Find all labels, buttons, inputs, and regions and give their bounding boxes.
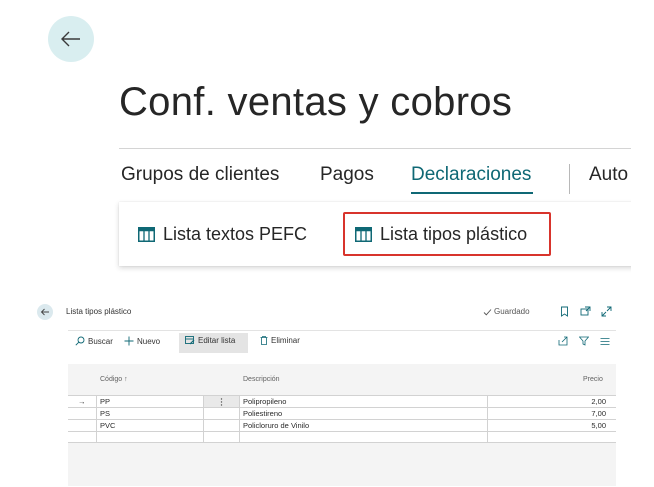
active-tab-underline [411, 192, 533, 194]
search-icon [75, 336, 85, 346]
action-lista-textos-pefc[interactable]: Lista textos PEFC [138, 224, 307, 245]
table-row[interactable]: → PP Polipropileno 2,00 [68, 395, 616, 407]
trash-icon [260, 336, 268, 345]
toolbar-right-icons [557, 335, 611, 347]
header-icons [558, 305, 612, 317]
cell-price[interactable]: 5,00 [591, 421, 606, 430]
crop-edge [631, 140, 654, 280]
cell-code[interactable]: PP [100, 397, 110, 406]
divider [119, 148, 631, 149]
new-button[interactable]: Nuevo [124, 336, 160, 346]
actions-dropdown: Lista textos PEFC Lista tipos plástico [119, 202, 649, 266]
cell-price[interactable]: 7,00 [591, 409, 606, 418]
nav-pagos[interactable]: Pagos [320, 164, 374, 186]
edit-list-label: Editar lista [198, 336, 236, 345]
table-icon [355, 227, 372, 242]
share-icon[interactable] [557, 335, 569, 347]
table-row[interactable]: PS Poliestireno 7,00 [68, 407, 616, 419]
column-header-description[interactable]: Descripción [243, 376, 280, 383]
arrow-left-icon [40, 308, 49, 316]
delete-button[interactable]: Eliminar [260, 336, 300, 345]
action-lista-tipos-plastico[interactable]: Lista tipos plástico [355, 224, 527, 245]
cell-code[interactable]: PVC [100, 421, 115, 430]
nav-auto[interactable]: Auto [589, 164, 628, 186]
more-options-icon[interactable] [204, 396, 239, 407]
list-menu-icon[interactable] [599, 335, 611, 347]
list-page-title: Lista tipos plástico [66, 307, 132, 316]
saved-status: Guardado [483, 307, 530, 316]
filter-icon[interactable] [578, 335, 590, 347]
table-row[interactable]: PVC Policloruro de Vinilo 5,00 [68, 419, 616, 431]
back-button-small[interactable] [37, 304, 53, 320]
saved-label: Guardado [494, 307, 530, 316]
list-rows: → PP Polipropileno 2,00 PS Poliestireno … [68, 395, 616, 443]
back-button[interactable] [48, 16, 94, 62]
nav-separator [569, 164, 570, 194]
divider [68, 330, 616, 331]
search-button[interactable]: Buscar [75, 336, 113, 346]
column-header-code[interactable]: Código ↑ [100, 376, 128, 383]
cell-code[interactable]: PS [100, 409, 110, 418]
nav-grupos-de-clientes[interactable]: Grupos de clientes [121, 164, 279, 186]
cell-description[interactable]: Polipropileno [243, 397, 286, 406]
plus-icon [124, 336, 134, 346]
column-header-price[interactable]: Precio [583, 376, 603, 383]
action-nav: Grupos de clientes Pagos Declaraciones A… [121, 164, 631, 196]
nav-declaraciones[interactable]: Declaraciones [411, 164, 531, 186]
new-label: Nuevo [137, 336, 161, 346]
expand-icon[interactable] [600, 305, 612, 317]
cell-price[interactable]: 2,00 [591, 397, 606, 406]
arrow-left-icon [61, 31, 80, 47]
action-label: Lista textos PEFC [163, 224, 308, 244]
list-toolbar: Buscar Nuevo Editar lista Eliminar [68, 333, 616, 353]
search-label: Buscar [88, 336, 113, 346]
edit-list-button[interactable]: Editar lista [185, 336, 235, 345]
edit-list-icon [185, 336, 195, 345]
cell-description[interactable]: Poliestireno [243, 409, 282, 418]
delete-label: Eliminar [271, 336, 300, 345]
action-label: Lista tipos plástico [380, 224, 528, 244]
table-row-empty[interactable] [68, 431, 616, 443]
checkmark-icon [483, 308, 492, 315]
cell-description[interactable]: Policloruro de Vinilo [243, 421, 309, 430]
page-title: Conf. ventas y cobros [119, 80, 513, 124]
row-marker: → [78, 397, 86, 406]
open-new-window-icon[interactable] [579, 305, 591, 317]
bookmark-icon[interactable] [558, 305, 570, 317]
table-icon [138, 227, 155, 242]
